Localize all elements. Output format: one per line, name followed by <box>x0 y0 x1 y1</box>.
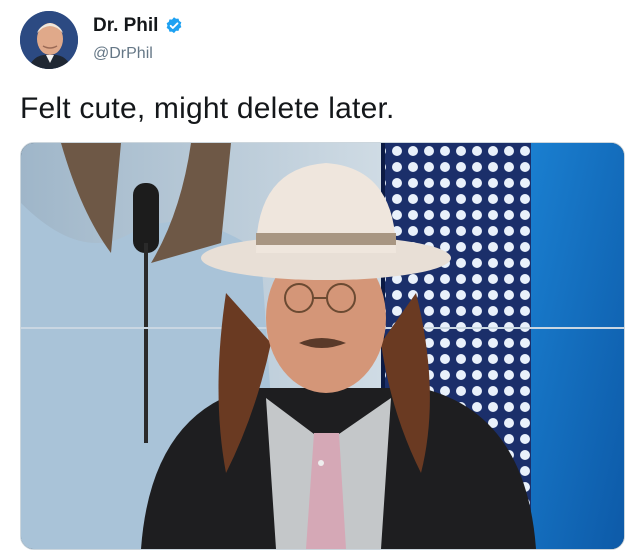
display-name-row: Dr. Phil <box>93 15 184 37</box>
tweet-photo[interactable] <box>20 142 625 550</box>
verified-badge-icon <box>164 16 184 36</box>
tweet: Dr. Phil @DrPhil Felt cute, might delete… <box>0 0 633 558</box>
avatar[interactable] <box>20 11 78 69</box>
display-name[interactable]: Dr. Phil <box>93 15 158 37</box>
tweet-text: Felt cute, might delete later. <box>20 92 395 125</box>
handle[interactable]: @DrPhil <box>93 45 153 63</box>
